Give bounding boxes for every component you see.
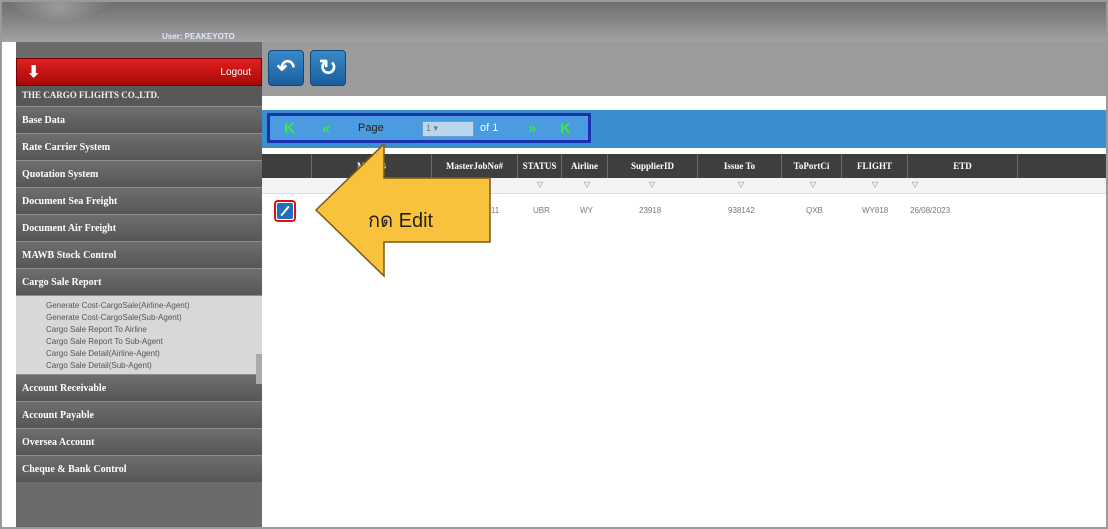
column-header[interactable]: STATUS [518, 154, 562, 178]
sidebar-item-oversea-account[interactable]: Oversea Account [16, 428, 262, 455]
column-header[interactable]: FLIGHT [842, 154, 908, 178]
filter-icon[interactable]: ▽ [738, 180, 744, 192]
column-header[interactable]: SupplierID [608, 154, 698, 178]
sidebar-item-cheque-bank[interactable]: Cheque & Bank Control [16, 455, 262, 482]
filter-icon[interactable]: ▽ [912, 180, 918, 192]
column-header[interactable]: ETD [908, 154, 1018, 178]
down-arrow-icon: ⬇ [27, 64, 41, 81]
callout-text: กด Edit [368, 210, 434, 232]
filter-icon[interactable]: ▽ [810, 180, 816, 192]
sidebar: ⬇ Logout THE CARGO FLIGHTS CO.,LTD. Base… [16, 42, 262, 527]
sidebar-item-mawb-stock[interactable]: MAWB Stock Control [16, 241, 262, 268]
submenu-item[interactable]: Cargo Sale Detail(Airline-Agent) [16, 348, 262, 360]
sidebar-item-account-payable[interactable]: Account Payable [16, 401, 262, 428]
page-count-label: of 1 [480, 122, 499, 134]
next-page-button[interactable]: » [528, 120, 536, 137]
column-header[interactable]: Issue To [698, 154, 782, 178]
submenu-item[interactable]: Cargo Sale Report To Airline [16, 324, 262, 336]
cell-toport: QXB [806, 206, 823, 215]
toolbar: ↶ ↻ [262, 42, 1106, 96]
page-select-value: 1 [426, 123, 432, 133]
edit-button[interactable] [274, 200, 296, 222]
sidebar-item-base-data[interactable]: Base Data [16, 106, 262, 133]
logout-label: Logout [220, 66, 251, 78]
callout-arrow: กด Edit [314, 142, 494, 282]
cell-flight: WY818 [862, 206, 889, 215]
sidebar-item-rate-carrier[interactable]: Rate Carrier System [16, 133, 262, 160]
logo [4, 2, 114, 22]
company-name: THE CARGO FLIGHTS CO.,LTD. [16, 86, 262, 106]
sidebar-item-document-sea[interactable]: Document Sea Freight [16, 187, 262, 214]
sidebar-item-quotation[interactable]: Quotation System [16, 160, 262, 187]
cell-status: UBR [533, 206, 550, 215]
filter-icon[interactable]: ▽ [584, 180, 590, 192]
first-page-button[interactable]: K [284, 120, 295, 137]
cell-airline: WY [580, 206, 593, 215]
logout-button[interactable]: ⬇ Logout [16, 58, 262, 86]
filter-icon[interactable]: ▽ [872, 180, 878, 192]
prev-page-button[interactable]: « [322, 120, 330, 137]
submenu-item[interactable]: Cargo Sale Report To Sub-Agent [16, 336, 262, 348]
cell-issue-to: 938142 [728, 206, 755, 215]
filter-icon[interactable]: ▽ [649, 180, 655, 192]
refresh-button[interactable]: ↻ [310, 50, 346, 86]
pager: K « Page 1 ▾ of 1 » K [267, 113, 591, 143]
cell-supplier: 23918 [639, 206, 662, 215]
sidebar-item-document-air[interactable]: Document Air Freight [16, 214, 262, 241]
back-button[interactable]: ↶ [268, 50, 304, 86]
last-page-button[interactable]: K [560, 120, 571, 137]
pencil-icon [277, 203, 293, 219]
submenu-item[interactable]: Generate Cost-CargoSale(Sub-Agent) [16, 312, 262, 324]
user-label: User: PEAKEYOTO [162, 32, 235, 41]
column-header[interactable]: ToPortCi [782, 154, 842, 178]
sidebar-item-account-receivable[interactable]: Account Receivable [16, 374, 262, 401]
cargo-sale-submenu: Generate Cost-CargoSale(Airline-Agent) G… [16, 295, 262, 374]
submenu-item[interactable]: Cargo Sale Detail(Sub-Agent) [16, 360, 262, 372]
column-header[interactable]: Airline [562, 154, 608, 178]
sidebar-scrollbar[interactable] [256, 354, 262, 384]
refresh-icon: ↻ [318, 55, 338, 80]
top-banner: User: PEAKEYOTO [2, 2, 1106, 42]
sidebar-item-cargo-sale-report[interactable]: Cargo Sale Report [16, 268, 262, 295]
back-arrow-icon: ↶ [276, 55, 296, 80]
submenu-item[interactable]: Generate Cost-CargoSale(Airline-Agent) [16, 300, 262, 312]
cell-etd: 26/08/2023 [910, 206, 951, 215]
filter-icon[interactable]: ▽ [537, 180, 543, 192]
page-label: Page [358, 122, 384, 134]
app-window: User: PEAKEYOTO ⬇ Logout THE CARGO FLIGH… [0, 0, 1108, 529]
page-select[interactable]: 1 ▾ [422, 121, 474, 137]
column-header-edit [262, 154, 312, 178]
